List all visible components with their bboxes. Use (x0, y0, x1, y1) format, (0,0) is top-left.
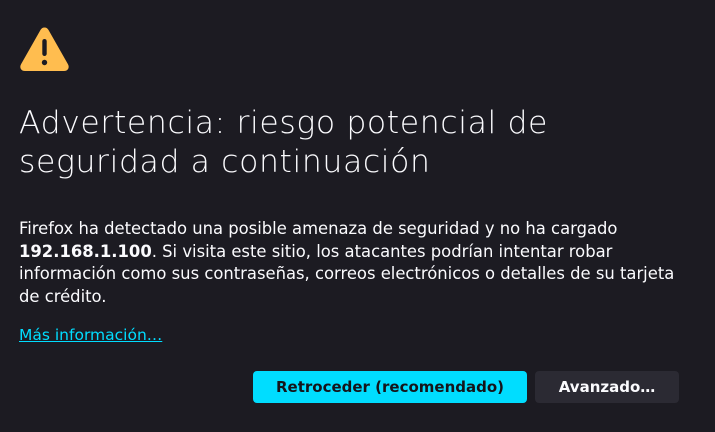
description-text: Firefox ha detectado una posible amenaza… (19, 219, 618, 238)
certificate-error-page: Advertencia: riesgo potencial de segurid… (0, 0, 715, 432)
go-back-button[interactable]: Retroceder (recomendado) (253, 371, 527, 403)
page-title: Advertencia: riesgo potencial de segurid… (19, 105, 549, 180)
advanced-button[interactable]: Avanzado… (535, 371, 679, 403)
learn-more-link[interactable]: Más información… (19, 326, 162, 344)
host-name: 192.168.1.100 (19, 241, 152, 261)
warning-triangle-icon (20, 27, 69, 71)
error-description: Firefox ha detectado una posible amenaza… (19, 218, 679, 308)
